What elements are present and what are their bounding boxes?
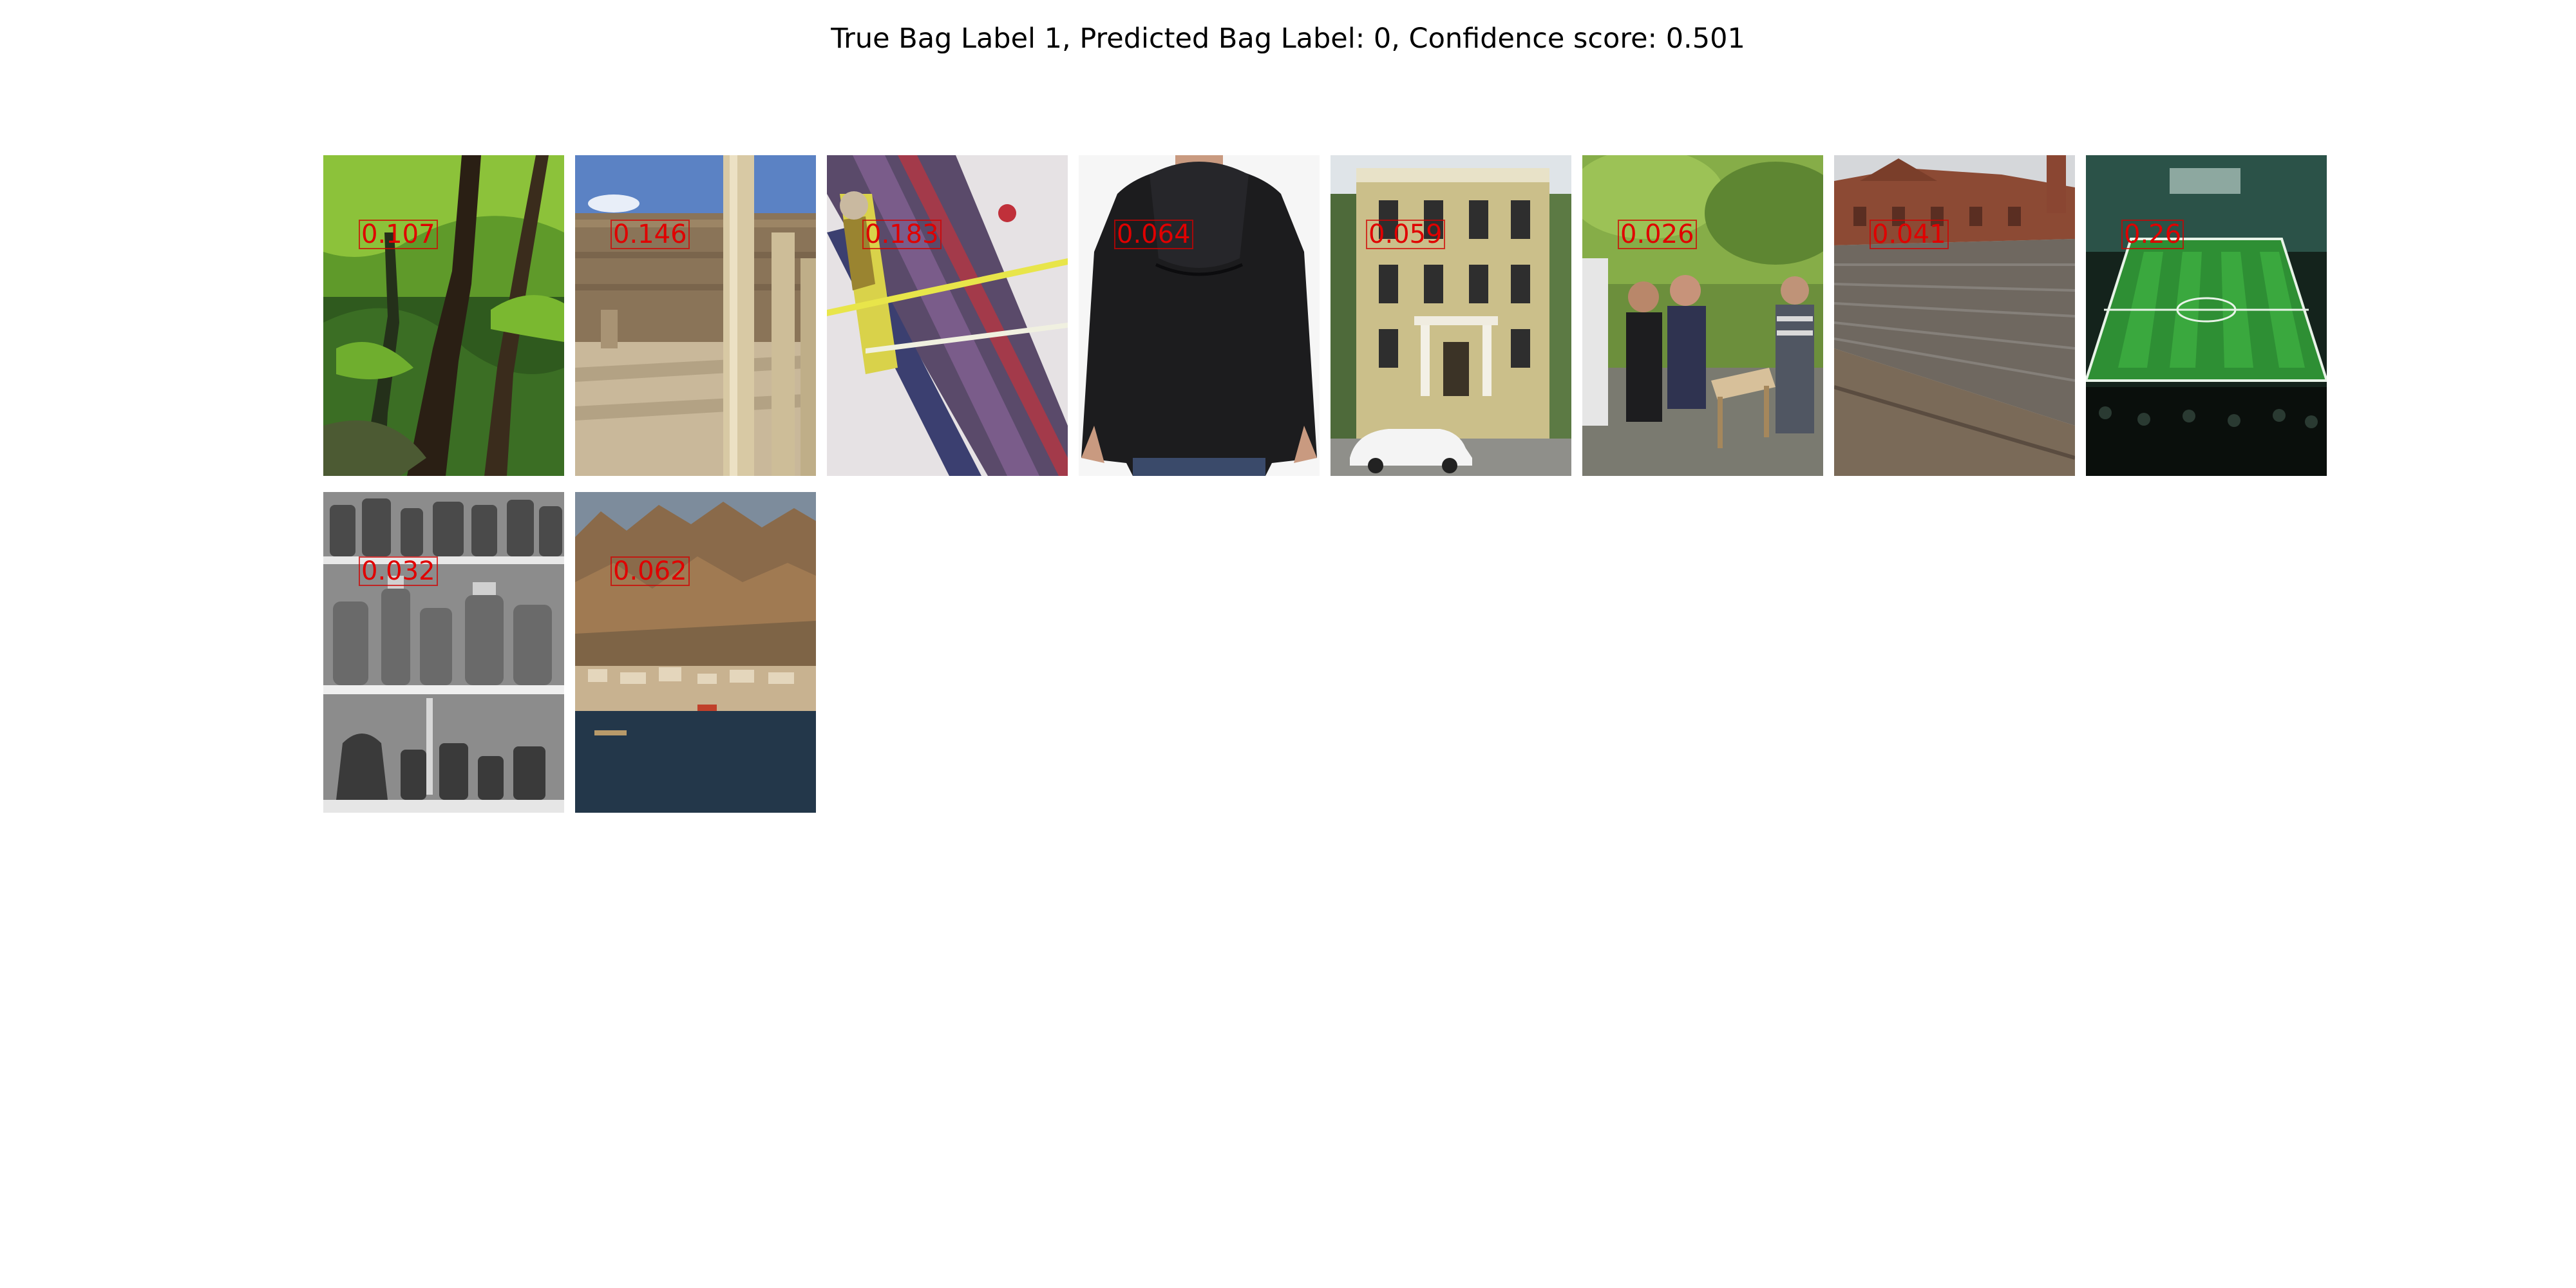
attention-score-label: 0.26 (2121, 220, 2184, 249)
black-hoodie-photo (1079, 155, 1320, 476)
attention-score-label: 0.183 (862, 220, 942, 249)
instance-image-3: 0.183 (827, 155, 1068, 476)
instance-image-7: 0.041 (1834, 155, 2075, 476)
figure-title: True Bag Label 1, Predicted Bag Label: 0… (831, 23, 1745, 55)
attention-score-label: 0.026 (1618, 220, 1697, 249)
instance-image-5: 0.059 (1331, 155, 1571, 476)
attention-score-label: 0.032 (359, 556, 438, 586)
attention-score-label: 0.059 (1366, 220, 1445, 249)
instance-image-4: 0.064 (1079, 155, 1320, 476)
soccer-stadium-photo (2086, 155, 2327, 476)
brick-building-photo (1834, 155, 2075, 476)
people-outdoors-photo (1582, 155, 1823, 476)
attention-score-label: 0.107 (359, 220, 438, 249)
instance-image-8: 0.26 (2086, 155, 2327, 476)
instance-image-6: 0.026 (1582, 155, 1823, 476)
forest-photo (323, 155, 564, 476)
instance-image-1: 0.107 (323, 155, 564, 476)
ruins-columns-photo (575, 155, 816, 476)
instance-image-9: 0.032 (323, 492, 564, 813)
instance-image-10: 0.062 (575, 492, 816, 813)
attention-score-label: 0.146 (611, 220, 690, 249)
attention-score-label: 0.041 (1870, 220, 1949, 249)
instance-image-2: 0.146 (575, 155, 816, 476)
jars-shelves-photo (323, 492, 564, 813)
townhouse-photo (1331, 155, 1571, 476)
coastal-town-photo (575, 492, 816, 813)
attention-score-label: 0.062 (611, 556, 690, 586)
attention-score-label: 0.064 (1114, 220, 1193, 249)
graffiti-art-photo (827, 155, 1068, 476)
